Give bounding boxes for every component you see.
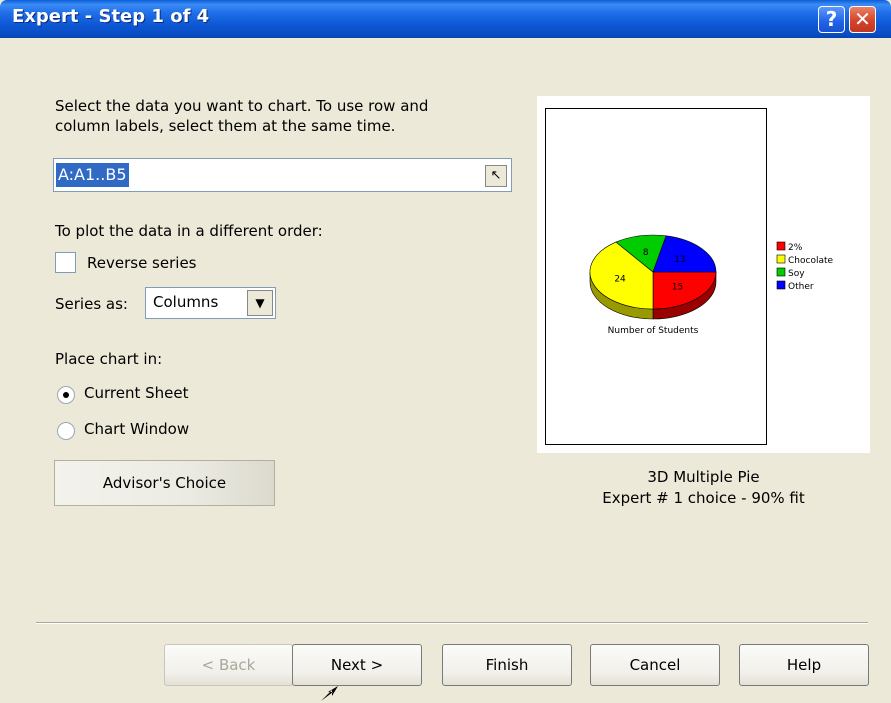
pie-value-label-2: 8: [643, 248, 649, 258]
legend-swatch-1: [776, 254, 786, 264]
series-as-select[interactable]: Columns ▼: [145, 287, 276, 319]
legend-swatch-2: [776, 267, 786, 277]
chevron-down-icon[interactable]: ▼: [247, 290, 273, 316]
next-button[interactable]: Next >: [292, 644, 422, 686]
mouse-cursor-icon: [320, 686, 338, 702]
back-button[interactable]: < Back: [164, 644, 293, 686]
legend-swatch-3: [776, 280, 786, 290]
cursor-pick-icon[interactable]: ↖: [485, 165, 507, 187]
pie-chart: 15 24 8 13 Number of Students 2% Chocolate So…: [589, 234, 833, 336]
legend-label-2: Soy: [788, 269, 805, 279]
divider: [36, 622, 868, 624]
expert-dialog: Expert - Step 1 of 4 ? ✕ Select the data…: [0, 0, 891, 703]
advisors-choice-button[interactable]: Advisor's Choice: [54, 460, 275, 506]
pie-slice-0: [652, 271, 717, 310]
title-bar[interactable]: Expert - Step 1 of 4 ? ✕: [0, 0, 891, 38]
cancel-button[interactable]: Cancel: [590, 644, 720, 686]
reverse-series-label: Reverse series: [87, 254, 197, 272]
reverse-series-checkbox[interactable]: [55, 252, 76, 273]
help-icon[interactable]: ?: [818, 6, 845, 33]
series-as-label: Series as:: [55, 295, 128, 313]
current-sheet-radio[interactable]: [57, 386, 75, 404]
pie-value-label-3: 13: [674, 255, 685, 265]
legend-swatch-0: [776, 241, 786, 251]
place-heading: Place chart in:: [55, 350, 163, 368]
fit-caption: Expert # 1 choice - 90% fit: [602, 489, 805, 507]
close-icon[interactable]: ✕: [849, 6, 876, 33]
pie-value-label-1: 24: [614, 274, 626, 284]
instruction-line-1: Select the data you want to chart. To us…: [55, 97, 429, 115]
order-heading: To plot the data in a different order:: [55, 222, 323, 240]
window-title: Expert - Step 1 of 4: [12, 6, 210, 27]
chart-window-radio[interactable]: [57, 422, 75, 440]
data-range-value: A:A1..B5: [56, 163, 129, 187]
finish-button[interactable]: Finish: [442, 644, 572, 686]
help-button[interactable]: Help: [739, 644, 869, 686]
series-as-value: Columns: [153, 293, 219, 311]
legend-label-0: 2%: [788, 243, 803, 253]
data-range-input[interactable]: A:A1..B5 ↖: [53, 158, 512, 192]
chart-type-caption: 3D Multiple Pie: [647, 468, 760, 486]
instruction-line-2: column labels, select them at the same t…: [55, 117, 396, 135]
chart-window-label: Chart Window: [84, 420, 190, 438]
legend-label-3: Other: [788, 282, 814, 292]
chart-title: Number of Students: [608, 326, 699, 336]
legend-label-1: Chocolate: [788, 256, 833, 266]
current-sheet-label: Current Sheet: [84, 384, 189, 402]
pie-value-label-0: 15: [672, 282, 683, 292]
